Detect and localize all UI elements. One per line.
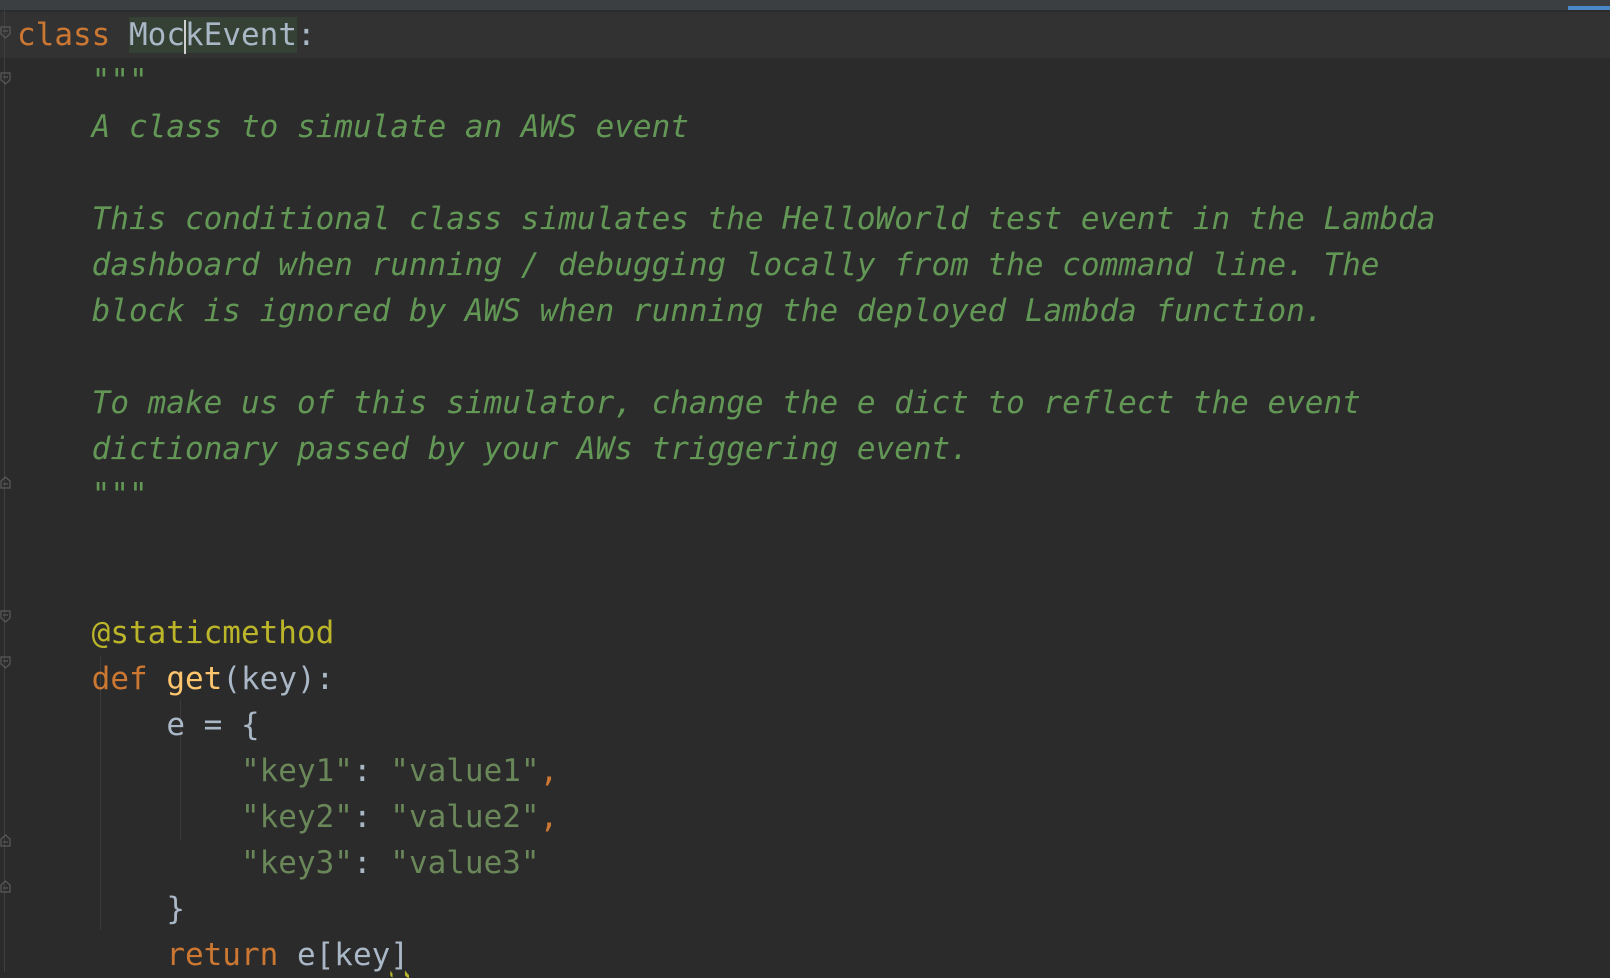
code-line: return e[key] [17, 932, 1435, 978]
keyword-return: return [166, 937, 279, 973]
code-line: class MockEvent: [17, 12, 1435, 58]
kv-separator: : [352, 753, 391, 789]
comma: , [539, 799, 559, 835]
fold-end-icon[interactable] [0, 834, 11, 847]
keyword-class: class [17, 17, 111, 53]
code-line: block is ignored by AWS when running the… [17, 288, 1435, 334]
function-name: get [166, 661, 223, 697]
class-name: MockEvent [129, 17, 297, 54]
scroll-indicator [1568, 6, 1610, 10]
kv-separator: : [352, 845, 391, 881]
docstring-text: To make us of this simulator, change the… [91, 385, 1361, 421]
code-line: def get(key): [17, 656, 1435, 702]
code-line: A class to simulate an AWS event [17, 104, 1435, 150]
code-line: "key2": "value2", [17, 794, 1435, 840]
docstring-text: A class to simulate an AWS event [91, 109, 689, 145]
dict-key: "key2" [240, 799, 353, 835]
class-name-part: Moc [129, 17, 185, 53]
code-line: @staticmethod [17, 610, 1435, 656]
code-area[interactable]: class MockEvent: """ A class to simulate… [17, 12, 1435, 978]
fold-collapse-icon[interactable] [0, 26, 11, 39]
class-name-part: kEvent [185, 17, 297, 53]
kv-separator: : [352, 799, 391, 835]
fold-end-icon[interactable] [0, 880, 11, 893]
warning-squiggle: ] [390, 937, 409, 973]
editor-gutter [0, 10, 14, 972]
assignment: e = { [166, 707, 260, 743]
code-line: To make us of this simulator, change the… [17, 380, 1435, 426]
dict-key: "key1" [240, 753, 353, 789]
code-line: This conditional class simulates the Hel… [17, 196, 1436, 242]
code-line: e = { [17, 702, 1435, 748]
fold-collapse-icon[interactable] [0, 610, 11, 623]
colon: : [296, 17, 316, 53]
keyword-def: def [91, 661, 148, 697]
dict-key: "key3" [240, 845, 353, 881]
code-line: """ [17, 58, 1435, 104]
fold-collapse-icon[interactable] [0, 72, 11, 85]
decorator: @staticmethod [91, 615, 335, 651]
close-brace: } [166, 891, 185, 927]
code-line: dictionary passed by your AWs triggering… [17, 426, 1435, 472]
docstring-text: dictionary passed by your AWs triggering… [91, 431, 969, 467]
fold-end-icon[interactable] [0, 476, 11, 489]
docstring-text: dashboard when running / debugging local… [91, 247, 1380, 283]
code-line: "key3": "value3" [17, 840, 1435, 886]
code-line: """ [17, 472, 1435, 518]
code-line: "key1": "value1", [17, 748, 1435, 794]
fold-collapse-icon[interactable] [0, 656, 11, 669]
dict-value: "value1" [390, 753, 540, 789]
code-line: } [17, 886, 1435, 932]
docstring-text: block is ignored by AWS when running the… [91, 293, 1324, 329]
dict-value: "value3" [390, 845, 540, 881]
code-line: dashboard when running / debugging local… [17, 242, 1435, 288]
gutter-guide [4, 10, 5, 972]
return-expression: e[key [296, 937, 391, 973]
docstring-open: """ [91, 63, 148, 99]
function-params: (key): [222, 661, 335, 697]
comma: , [539, 753, 559, 789]
docstring-text: This conditional class simulates the Hel… [91, 201, 1436, 237]
dict-value: "value2" [390, 799, 540, 835]
editor-top-bar [0, 0, 1610, 10]
docstring-close: """ [91, 477, 148, 513]
